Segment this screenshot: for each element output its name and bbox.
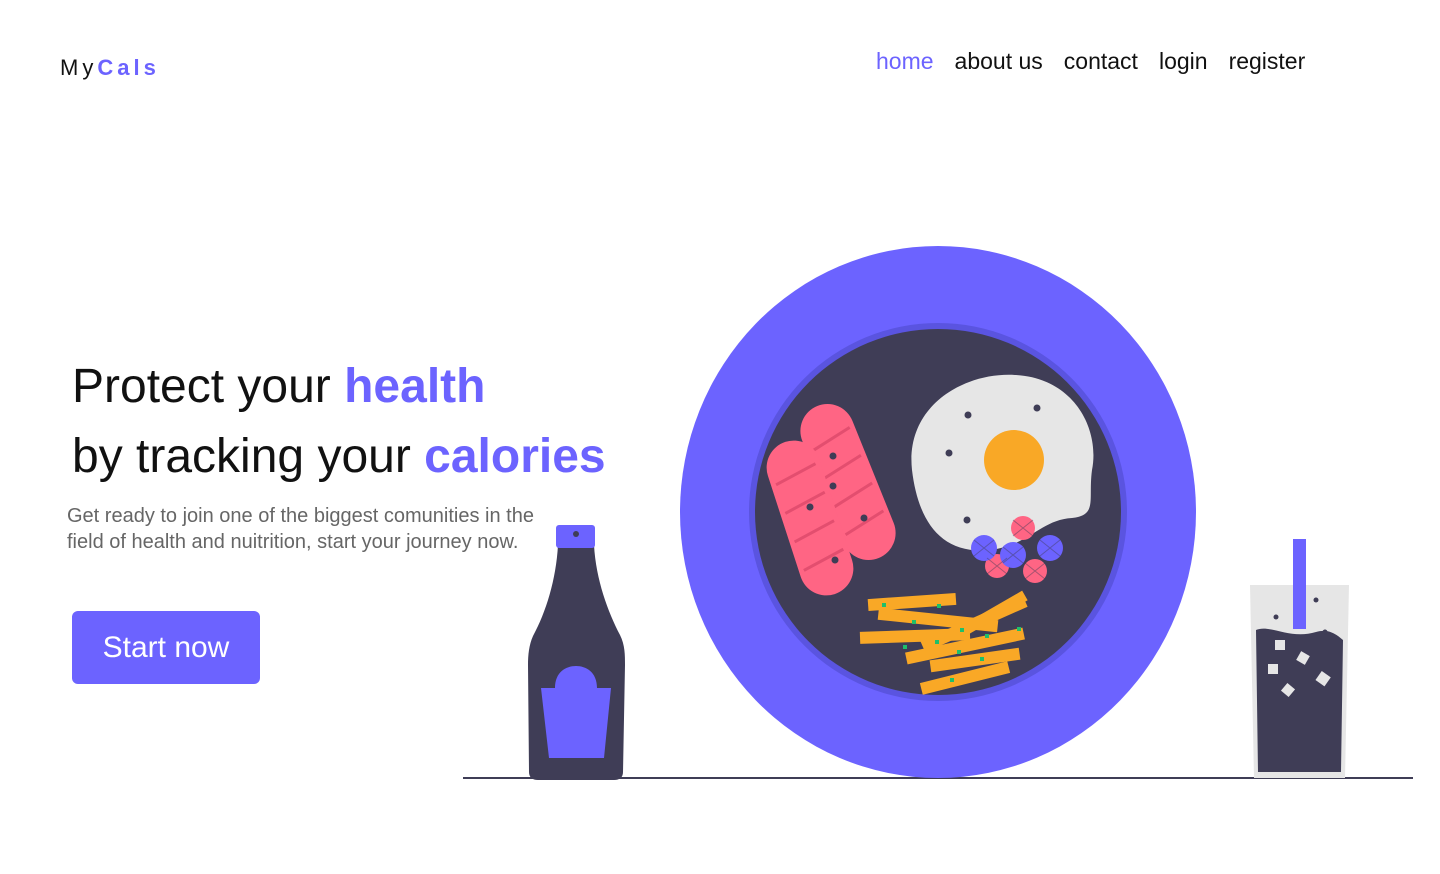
headline-line2-prefix: by tracking your xyxy=(72,430,425,483)
ketchup-bottle-icon xyxy=(528,525,625,780)
hero-subtext: Get ready to join one of the biggest com… xyxy=(67,505,534,553)
main-nav: home about us contact login register xyxy=(876,48,1305,75)
nav-about-us[interactable]: about us xyxy=(955,48,1043,75)
berries-icon xyxy=(971,516,1063,583)
nav-home[interactable]: home xyxy=(876,48,934,75)
herbs-icon xyxy=(882,603,1021,682)
nav-contact[interactable]: contact xyxy=(1064,48,1138,75)
plate-icon xyxy=(680,246,1196,778)
nav-register[interactable]: register xyxy=(1229,48,1306,75)
start-now-button[interactable]: Start now xyxy=(72,611,260,684)
hero-headline: Protect your health by tracking your cal… xyxy=(72,352,606,492)
sausage-icon xyxy=(766,404,896,596)
logo-accent: Cals xyxy=(97,55,160,80)
headline-line1-prefix: Protect your xyxy=(72,360,345,413)
headline-highlight-health: health xyxy=(344,360,486,413)
brand-logo[interactable]: MyCals xyxy=(60,55,160,81)
fried-egg-icon xyxy=(911,374,1094,551)
landing-page: MyCals home about us contact login regis… xyxy=(0,0,1440,874)
nav-login[interactable]: login xyxy=(1159,48,1208,75)
fries-icon xyxy=(859,590,1028,695)
headline-highlight-calories: calories xyxy=(424,430,606,483)
drink-glass-icon xyxy=(1250,539,1349,778)
logo-prefix: My xyxy=(60,55,98,80)
